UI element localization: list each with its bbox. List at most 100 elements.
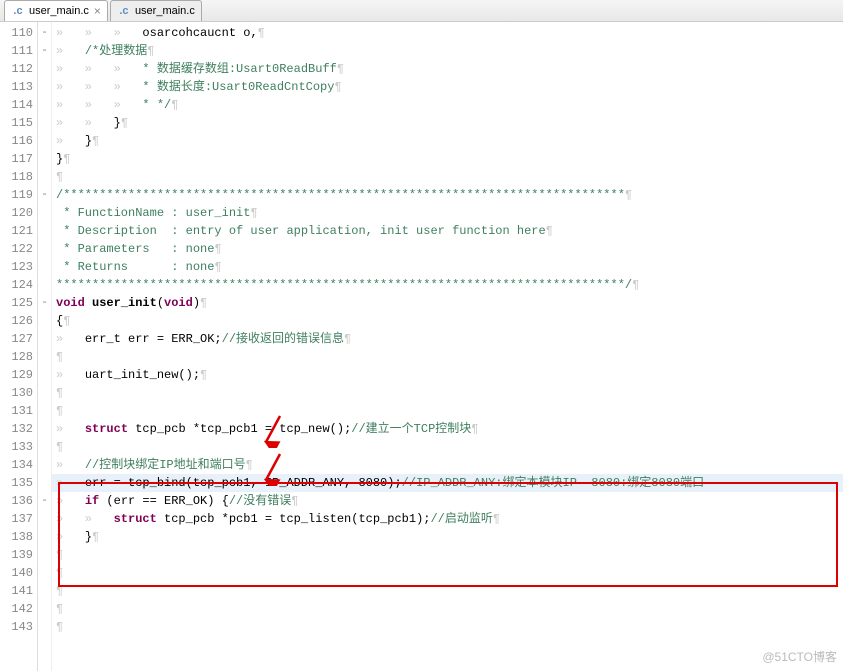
- code-line[interactable]: » /*处理数据¶: [52, 42, 843, 60]
- code-line[interactable]: » » }¶: [52, 114, 843, 132]
- code-line[interactable]: void user_init(void)¶: [52, 294, 843, 312]
- file-tab-inactive[interactable]: .c user_main.c: [110, 0, 202, 21]
- line-number: 116: [0, 132, 33, 150]
- code-line[interactable]: » uart_init_new();¶: [52, 366, 843, 384]
- fold-toggle: [38, 78, 51, 96]
- fold-toggle: [38, 618, 51, 636]
- code-line[interactable]: * Returns : none¶: [52, 258, 843, 276]
- code-editor[interactable]: 1101111121131141151161171181191201211221…: [0, 22, 843, 671]
- tab-bar: .c user_main.c × .c user_main.c: [0, 0, 843, 22]
- code-line[interactable]: » » » * 数据长度:Usart0ReadCntCopy¶: [52, 78, 843, 96]
- line-number: 142: [0, 600, 33, 618]
- line-number: 127: [0, 330, 33, 348]
- fold-toggle[interactable]: -: [38, 186, 51, 204]
- fold-toggle: [38, 582, 51, 600]
- fold-toggle[interactable]: -: [38, 24, 51, 42]
- code-line[interactable]: ¶: [52, 600, 843, 618]
- c-file-icon: .c: [11, 4, 25, 18]
- line-number: 132: [0, 420, 33, 438]
- fold-toggle: [38, 402, 51, 420]
- fold-toggle: [38, 168, 51, 186]
- line-number: 140: [0, 564, 33, 582]
- code-line[interactable]: ¶: [52, 348, 843, 366]
- code-line[interactable]: » » » * */¶: [52, 96, 843, 114]
- line-number: 121: [0, 222, 33, 240]
- line-number: 120: [0, 204, 33, 222]
- fold-toggle: [38, 150, 51, 168]
- line-number-gutter: 1101111121131141151161171181191201211221…: [0, 22, 38, 671]
- line-number: 128: [0, 348, 33, 366]
- fold-toggle: [38, 546, 51, 564]
- tab-filename: user_main.c: [29, 5, 89, 17]
- fold-toggle: [38, 60, 51, 78]
- code-line[interactable]: * FunctionName : user_init¶: [52, 204, 843, 222]
- code-line[interactable]: {¶: [52, 312, 843, 330]
- fold-toggle: [38, 564, 51, 582]
- code-line[interactable]: /***************************************…: [52, 186, 843, 204]
- code-line[interactable]: » err_t err = ERR_OK;//接收返回的错误信息¶: [52, 330, 843, 348]
- line-number: 141: [0, 582, 33, 600]
- code-line[interactable]: » err = tcp_bind(tcp_pcb1, IP_ADDR_ANY, …: [52, 474, 843, 492]
- file-tab-active[interactable]: .c user_main.c ×: [4, 0, 108, 21]
- code-line[interactable]: » //控制块绑定IP地址和端口号¶: [52, 456, 843, 474]
- line-number: 110: [0, 24, 33, 42]
- line-number: 111: [0, 42, 33, 60]
- code-line[interactable]: * Description : entry of user applicatio…: [52, 222, 843, 240]
- line-number: 130: [0, 384, 33, 402]
- close-icon[interactable]: ×: [94, 5, 101, 17]
- fold-toggle: [38, 222, 51, 240]
- fold-toggle: [38, 348, 51, 366]
- code-line[interactable]: ¶: [52, 582, 843, 600]
- fold-toggle[interactable]: -: [38, 294, 51, 312]
- code-line[interactable]: » » » * 数据缓存数组:Usart0ReadBuff¶: [52, 60, 843, 78]
- line-number: 118: [0, 168, 33, 186]
- code-area[interactable]: » » » osarcohcaucnt o,¶» /*处理数据¶» » » * …: [52, 22, 843, 671]
- code-line[interactable]: }¶: [52, 150, 843, 168]
- fold-toggle: [38, 240, 51, 258]
- fold-toggle: [38, 96, 51, 114]
- code-line[interactable]: ¶: [52, 384, 843, 402]
- line-number: 137: [0, 510, 33, 528]
- line-number: 133: [0, 438, 33, 456]
- c-file-icon: .c: [117, 4, 131, 18]
- line-number: 122: [0, 240, 33, 258]
- fold-toggle[interactable]: -: [38, 42, 51, 60]
- code-line[interactable]: ¶: [52, 402, 843, 420]
- line-number: 143: [0, 618, 33, 636]
- code-line[interactable]: » » » osarcohcaucnt o,¶: [52, 24, 843, 42]
- line-number: 123: [0, 258, 33, 276]
- fold-toggle: [38, 600, 51, 618]
- code-line[interactable]: » }¶: [52, 132, 843, 150]
- code-line[interactable]: * Parameters : none¶: [52, 240, 843, 258]
- fold-toggle: [38, 366, 51, 384]
- code-line[interactable]: ****************************************…: [52, 276, 843, 294]
- fold-toggle: [38, 510, 51, 528]
- line-number: 112: [0, 60, 33, 78]
- line-number: 129: [0, 366, 33, 384]
- line-number: 134: [0, 456, 33, 474]
- line-number: 135: [0, 474, 33, 492]
- code-line[interactable]: » }¶: [52, 528, 843, 546]
- fold-toggle: [38, 528, 51, 546]
- code-line[interactable]: ¶: [52, 546, 843, 564]
- code-line[interactable]: ¶: [52, 618, 843, 636]
- code-line[interactable]: » struct tcp_pcb *tcp_pcb1 = tcp_new();/…: [52, 420, 843, 438]
- code-line[interactable]: ¶: [52, 168, 843, 186]
- fold-toggle: [38, 384, 51, 402]
- fold-toggle[interactable]: -: [38, 492, 51, 510]
- line-number: 138: [0, 528, 33, 546]
- line-number: 114: [0, 96, 33, 114]
- fold-column: -----: [38, 22, 52, 671]
- fold-toggle: [38, 474, 51, 492]
- code-line[interactable]: » if (err == ERR_OK) {//没有错误¶: [52, 492, 843, 510]
- fold-toggle: [38, 312, 51, 330]
- fold-toggle: [38, 258, 51, 276]
- fold-toggle: [38, 438, 51, 456]
- fold-toggle: [38, 330, 51, 348]
- code-line[interactable]: ¶: [52, 438, 843, 456]
- line-number: 119: [0, 186, 33, 204]
- code-line[interactable]: ¶: [52, 564, 843, 582]
- code-line[interactable]: » » struct tcp_pcb *pcb1 = tcp_listen(tc…: [52, 510, 843, 528]
- fold-toggle: [38, 204, 51, 222]
- line-number: 125: [0, 294, 33, 312]
